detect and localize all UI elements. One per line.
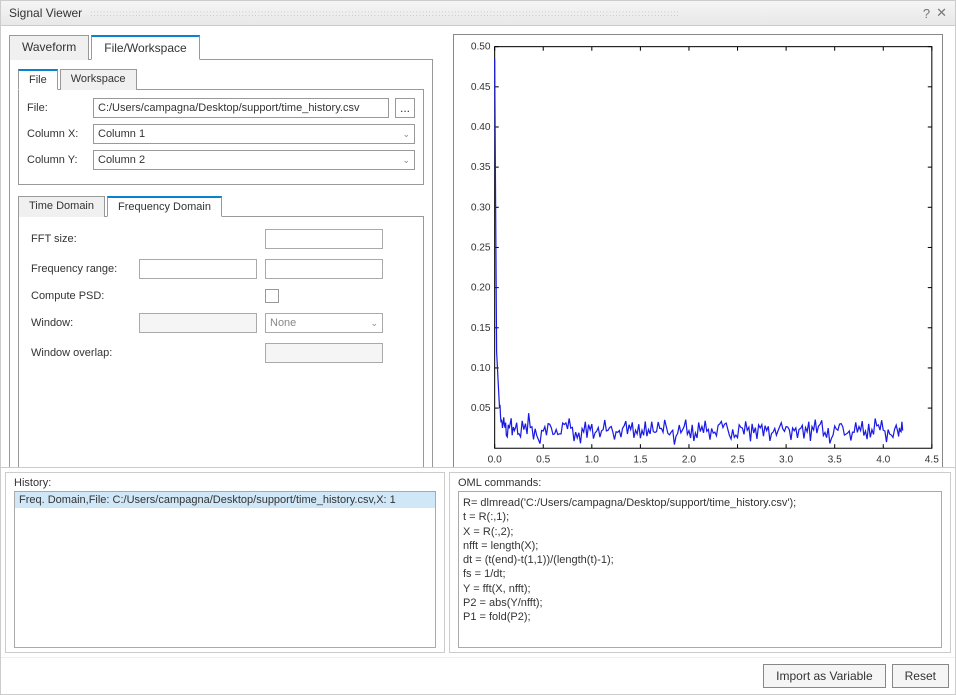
svg-text:2.5: 2.5	[730, 454, 744, 465]
overlap-input	[265, 343, 383, 363]
svg-text:3.5: 3.5	[828, 454, 842, 465]
chevron-down-icon: ⌄	[402, 155, 410, 166]
svg-text:0.40: 0.40	[471, 122, 491, 133]
file-tabs: File Workspace	[18, 68, 424, 90]
freq-range-max-input[interactable]	[265, 259, 383, 279]
svg-text:3.0: 3.0	[779, 454, 793, 465]
svg-text:0.05: 0.05	[471, 403, 491, 414]
oml-label: OML commands:	[458, 477, 942, 489]
bottom-section: History: Freq. Domain,File: C:/Users/cam…	[1, 467, 955, 657]
freq-range-min-input[interactable]	[139, 259, 257, 279]
tab-file-workspace[interactable]: File/Workspace	[91, 35, 199, 60]
main-content: Waveform File/Workspace File Workspace F…	[1, 26, 955, 467]
psd-checkbox[interactable]	[265, 289, 279, 303]
fft-size-label: FFT size:	[31, 233, 131, 245]
coly-select[interactable]: Column 2⌄	[93, 150, 415, 170]
oml-line: dt = (t(end)-t(1,1))/(length(t)-1);	[463, 553, 937, 567]
svg-text:1.0: 1.0	[585, 454, 599, 465]
oml-line: P1 = fold(P2);	[463, 610, 937, 624]
svg-text:0.50: 0.50	[471, 42, 491, 53]
file-body: File: C:/Users/campagna/Desktop/support/…	[18, 90, 424, 185]
chevron-down-icon: ⌄	[370, 318, 378, 329]
svg-text:4.5: 4.5	[925, 454, 939, 465]
svg-text:0.45: 0.45	[471, 82, 491, 93]
signal-viewer-window: Signal Viewer ::::::::::::::::::::::::::…	[0, 0, 956, 695]
history-item[interactable]: Freq. Domain,File: C:/Users/campagna/Des…	[15, 492, 435, 508]
chart-svg: 0.050.100.150.200.250.300.350.400.450.50…	[454, 35, 942, 467]
svg-text:0.0: 0.0	[488, 454, 502, 465]
file-path-input[interactable]: C:/Users/campagna/Desktop/support/time_h…	[93, 98, 389, 118]
outer-tab-body: File Workspace File: C:/Users/campagna/D…	[9, 60, 433, 467]
help-icon[interactable]: ?	[923, 6, 930, 21]
history-label: History:	[14, 477, 436, 489]
svg-text:1.5: 1.5	[633, 454, 647, 465]
oml-line: R= dlmread('C:/Users/campagna/Desktop/su…	[463, 496, 937, 510]
file-browse-button[interactable]: ...	[395, 98, 415, 118]
svg-text:0.35: 0.35	[471, 162, 491, 173]
frequency-domain-body: FFT size: Frequency range: Compute PSD:	[18, 217, 424, 467]
svg-text:0.10: 0.10	[471, 363, 491, 374]
left-panel: Waveform File/Workspace File Workspace F…	[1, 26, 441, 467]
titlebar: Signal Viewer ::::::::::::::::::::::::::…	[1, 1, 955, 26]
right-panel: 0.050.100.150.200.250.300.350.400.450.50…	[441, 26, 955, 467]
history-panel: History: Freq. Domain,File: C:/Users/cam…	[5, 472, 445, 653]
chart-frame[interactable]: 0.050.100.150.200.250.300.350.400.450.50…	[453, 34, 943, 467]
oml-line: Y = fft(X, nfft);	[463, 582, 937, 596]
svg-text:0.25: 0.25	[471, 243, 491, 254]
coly-label: Column Y:	[27, 154, 87, 166]
fft-size-input[interactable]	[265, 229, 383, 249]
tab-frequency-domain[interactable]: Frequency Domain	[107, 196, 222, 217]
window-label: Window:	[31, 317, 131, 329]
svg-text:0.5: 0.5	[536, 454, 550, 465]
oml-commands[interactable]: R= dlmread('C:/Users/campagna/Desktop/su…	[458, 491, 942, 648]
titlebar-grip[interactable]: ::::::::::::::::::::::::::::::::::::::::…	[90, 9, 923, 18]
overlap-label: Window overlap:	[31, 347, 131, 359]
oml-line: t = R(:,1);	[463, 510, 937, 524]
file-label: File:	[27, 102, 87, 114]
psd-label: Compute PSD:	[31, 290, 131, 302]
window-title: Signal Viewer	[9, 6, 82, 20]
bottom-buttons: Import as Variable Reset	[1, 657, 955, 694]
history-list[interactable]: Freq. Domain,File: C:/Users/campagna/Des…	[14, 491, 436, 648]
svg-text:0.20: 0.20	[471, 283, 491, 294]
oml-panel: OML commands: R= dlmread('C:/Users/campa…	[449, 472, 951, 653]
svg-text:4.0: 4.0	[876, 454, 890, 465]
import-variable-button[interactable]: Import as Variable	[763, 664, 886, 688]
window-input	[139, 313, 257, 333]
colx-select[interactable]: Column 1⌄	[93, 124, 415, 144]
colx-label: Column X:	[27, 128, 87, 140]
freq-range-label: Frequency range:	[31, 263, 131, 275]
oml-line: P2 = abs(Y/nfft);	[463, 596, 937, 610]
close-icon[interactable]: ✕	[936, 5, 947, 21]
chevron-down-icon: ⌄	[402, 129, 410, 140]
svg-text:2.0: 2.0	[682, 454, 696, 465]
outer-tabs: Waveform File/Workspace	[9, 34, 433, 60]
oml-line: fs = 1/dt;	[463, 567, 937, 581]
tab-file[interactable]: File	[18, 69, 58, 90]
svg-text:0.15: 0.15	[471, 323, 491, 334]
oml-line: X = R(:,2);	[463, 525, 937, 539]
tab-workspace[interactable]: Workspace	[60, 69, 137, 90]
tab-time-domain[interactable]: Time Domain	[18, 196, 105, 217]
oml-line: nfft = length(X);	[463, 539, 937, 553]
domain-tabs: Time Domain Frequency Domain	[18, 195, 424, 217]
svg-text:0.30: 0.30	[471, 202, 491, 213]
tab-waveform[interactable]: Waveform	[9, 35, 89, 60]
reset-button[interactable]: Reset	[892, 664, 949, 688]
window-type-select[interactable]: None⌄	[265, 313, 383, 333]
